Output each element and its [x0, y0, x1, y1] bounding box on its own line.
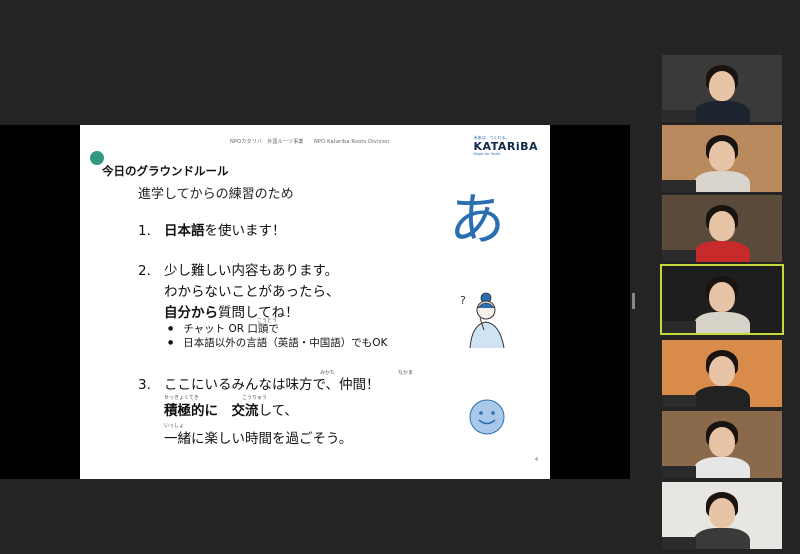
rule-1: 1. 日本語を使います！	[138, 221, 286, 242]
smiley-face-icon	[469, 399, 505, 435]
rule-3-line2: 積極的に 交流して、	[164, 401, 298, 422]
person-body	[694, 312, 750, 333]
person-body	[694, 241, 750, 262]
person-face	[709, 427, 735, 457]
thinking-person-icon: ?	[460, 292, 505, 349]
rule-1-number: 1.	[138, 223, 151, 239]
hiragana-a-icon: あ	[449, 188, 505, 253]
ruby-kouryuu: こうりゅう	[242, 395, 268, 401]
katariba-logo: 未来は、つくれる。 KATARiBA Magic for Youth	[474, 135, 538, 156]
person-face	[709, 498, 735, 528]
rule-2-line2: わからないことがあったら、	[164, 284, 340, 300]
ruby-sekkyokuteki: せっきょくてき	[164, 395, 199, 401]
video-tile-2[interactable]	[662, 125, 782, 192]
person-face	[709, 211, 735, 241]
video-tile-1[interactable]	[662, 55, 782, 122]
rule-1-bold: 日本語	[164, 223, 205, 239]
ruby-issho: いっしょ	[164, 423, 185, 429]
rule-3-number: 3.	[138, 377, 151, 393]
video-tile-4[interactable]	[660, 264, 784, 335]
rule-3: 3. ここにいるみんなは味方で、仲間！	[138, 375, 379, 396]
person-face	[709, 71, 735, 101]
rule-3-bold1: 積極的に	[164, 403, 218, 419]
rule-2: 2. 少し難しい内容もあります。 わからないことがあったら、 自分から質問してね！	[138, 261, 340, 324]
video-tile-6[interactable]	[662, 411, 782, 478]
video-tile-3[interactable]	[662, 195, 782, 262]
presentation-slide: NPOカタリバ 外国ルーツ事業 NPO Katariba Roots Divis…	[80, 125, 550, 479]
rule-3-line3: 一緒に楽しい時間を過ごそう。	[164, 431, 353, 447]
participant-nameplate	[662, 537, 696, 549]
hiragana-a-char: あ	[449, 188, 505, 253]
slide-title: 今日のグラウンドルール	[102, 164, 229, 178]
participant-nameplate	[662, 321, 696, 333]
participant-nameplate	[662, 466, 696, 478]
rule-3-text: して、	[258, 403, 298, 419]
person-body	[694, 528, 750, 549]
person-face	[709, 141, 735, 171]
participant-nameplate	[662, 395, 696, 407]
person-body	[694, 386, 750, 407]
video-tile-5[interactable]	[662, 340, 782, 407]
logo-text: KATARiBA	[473, 140, 538, 153]
rule-1-text: を使います！	[204, 223, 286, 239]
person-face	[709, 282, 735, 312]
rule-2-number: 2.	[138, 263, 151, 279]
participant-nameplate	[662, 250, 696, 262]
participant-nameplate	[662, 110, 696, 122]
page-number: 4	[534, 457, 538, 463]
slide-subtitle: 進学してからの練習のため	[138, 187, 294, 202]
participant-nameplate	[662, 180, 696, 192]
bullet-languages: 日本語以外の言語（英語・中国語）でもOK	[168, 336, 387, 350]
panel-resize-handle[interactable]	[632, 293, 635, 309]
screen-share: NPOカタリバ 外国ルーツ事業 NPO Katariba Roots Divis…	[0, 125, 630, 479]
slide-header: NPOカタリバ 外国ルーツ事業 NPO Katariba Roots Divis…	[230, 139, 390, 145]
rule-2-line1: 少し難しい内容もあります。	[164, 263, 339, 279]
person-body	[694, 101, 750, 122]
rule-3-bold2: 交流	[231, 403, 259, 419]
person-body	[694, 457, 750, 478]
rule-3-line1: ここにいるみんなは味方で、仲間！	[164, 377, 380, 393]
rule-2-bullets: チャット OR 口頭で 日本語以外の言語（英語・中国語）でもOK	[168, 322, 387, 350]
person-body	[694, 171, 750, 192]
rule-2-bold: 自分から	[164, 305, 218, 321]
bullet-chat: チャット OR 口頭で	[168, 322, 387, 336]
person-face	[709, 356, 735, 386]
question-mark: ?	[460, 294, 466, 307]
ruby-nakama: なかま	[398, 370, 414, 376]
video-tile-7[interactable]	[662, 482, 782, 549]
